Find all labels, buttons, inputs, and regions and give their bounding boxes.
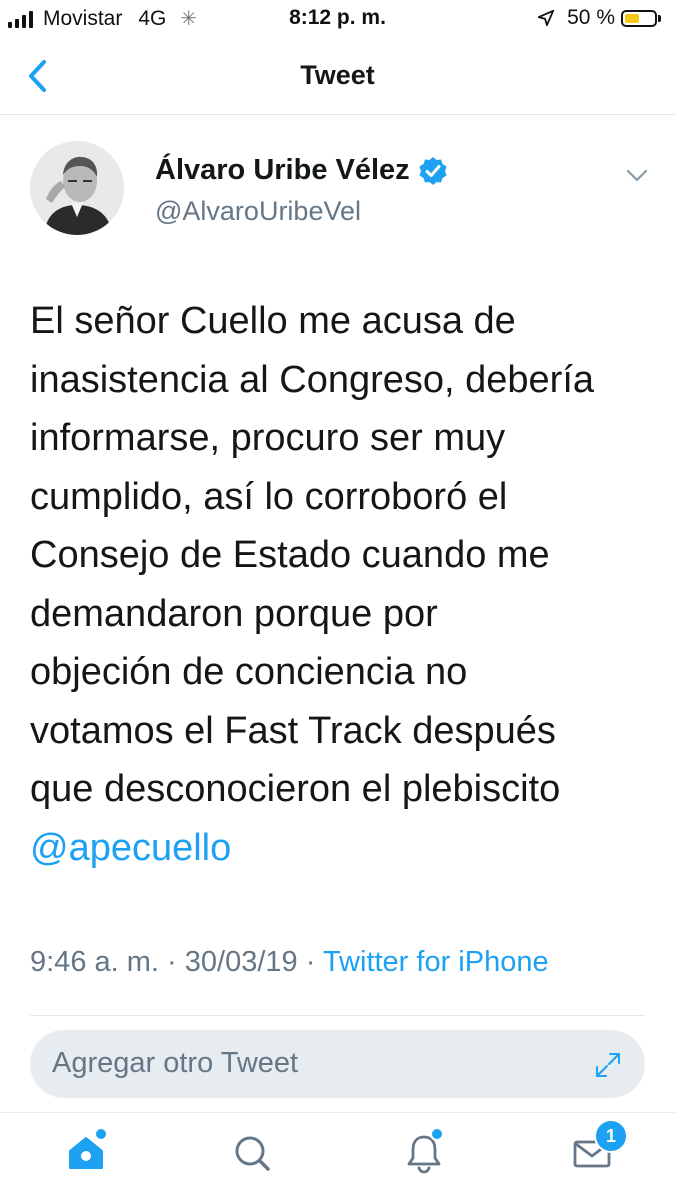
tweet-text-line: cumplido, así lo corroboró el [30,475,508,518]
page-title: Tweet [300,60,375,90]
meta-separator: · [305,946,316,978]
battery-percent: 50 % [567,6,615,29]
navigation-bar: Tweet [0,40,675,115]
home-notification-dot [94,1127,108,1141]
battery-level-fill [625,13,639,23]
author-name[interactable]: Álvaro Uribe Vélez [155,154,410,187]
tweet-meta: 9:46 a. m. · 30/03/19 · Twitter for iPho… [30,946,549,979]
tweet-text-line: que desconocieron el plebiscito [30,768,561,810]
tab-home[interactable] [64,1127,108,1175]
search-icon [235,1136,270,1171]
messages-unread-badge: 1 [594,1119,628,1153]
author-name-row: Álvaro Uribe Vélez [155,154,448,187]
compose-reply-input[interactable]: Agregar otro Tweet [30,1030,645,1098]
verified-badge-icon [419,156,447,185]
status-bar: Movistar 4G ✳ 8:12 p. m. 50 % [0,0,675,40]
battery-tip [658,14,661,22]
chevron-down-icon[interactable] [624,162,650,188]
avatar[interactable] [30,141,124,235]
tab-search[interactable] [230,1131,274,1175]
tweet-date: 30/03/19 [184,946,298,978]
author-handle[interactable]: @AlvaroUribeVel [155,196,361,227]
tweet-time: 9:46 a. m. [30,946,159,978]
tweet-source-link[interactable]: Twitter for iPhone [323,946,549,978]
tweet-text-line: informarse, procuro ser muy [30,417,506,459]
tweet-text-line: objeción de conciencia no [30,651,468,693]
tweet-text-line: Consejo de Estado cuando me [30,534,550,576]
tab-notifications[interactable] [402,1127,446,1175]
tweet-text-line: votamos el Fast Track después [30,709,556,752]
tweet-text-line: El señor Cuello me acusa de [30,300,516,342]
mention-link[interactable]: @apecuello [30,819,660,878]
tab-messages[interactable]: 1 [570,1119,628,1175]
tab-bar: 1 [0,1112,675,1201]
divider [30,1015,645,1016]
tweet-text: El señor Cuello me acusa de inasistencia… [30,292,660,877]
compose-placeholder: Agregar otro Tweet [52,1047,299,1079]
status-right: 50 % [537,6,661,30]
expand-icon[interactable] [593,1050,623,1080]
notifications-dot [430,1127,444,1141]
tweet-text-line: inasistencia al Congreso, debería [30,358,595,401]
meta-separator: · [167,946,177,978]
location-arrow-icon [538,9,555,27]
avatar-image [30,141,124,235]
tweet-text-line: demandaron porque por [30,592,438,635]
battery-icon [621,9,657,27]
